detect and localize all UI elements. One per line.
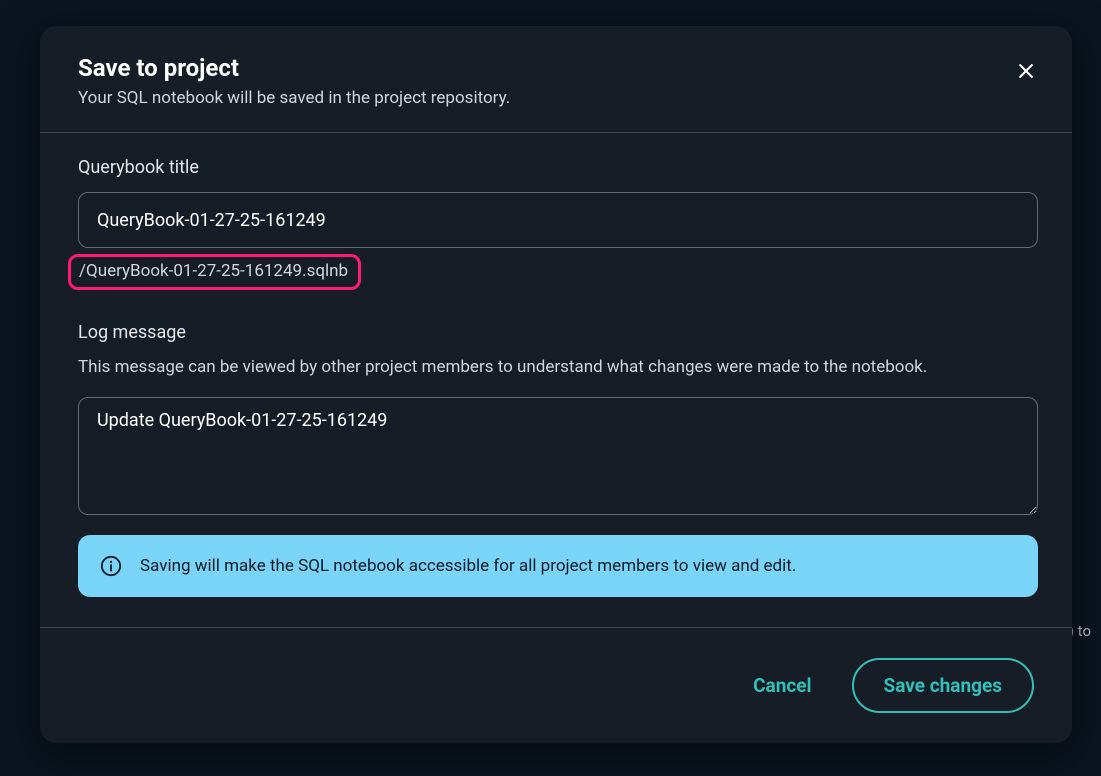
log-message-label: Log message <box>78 322 1034 343</box>
info-icon <box>100 555 122 577</box>
info-banner: Saving will make the SQL notebook access… <box>78 535 1038 597</box>
file-path-highlight: /QueryBook-01-27-25-161249.sqlnb <box>68 254 361 290</box>
file-path-text: /QueryBook-01-27-25-161249.sqlnb <box>79 261 348 281</box>
log-message-input[interactable] <box>78 397 1038 515</box>
log-message-description: This message can be viewed by other proj… <box>78 357 1034 377</box>
modal-footer: Cancel Save changes <box>40 628 1072 743</box>
info-text: Saving will make the SQL notebook access… <box>140 556 796 576</box>
close-button[interactable] <box>1010 56 1042 88</box>
cancel-button[interactable]: Cancel <box>741 664 823 707</box>
querybook-title-input[interactable] <box>78 192 1038 248</box>
modal-body: Querybook title /QueryBook-01-27-25-1612… <box>40 133 1072 627</box>
log-message-section: Log message This message can be viewed b… <box>78 322 1034 519</box>
modal-title: Save to project <box>78 54 1034 82</box>
close-icon <box>1016 61 1036 84</box>
save-to-project-modal: Save to project Your SQL notebook will b… <box>40 26 1072 743</box>
save-changes-button[interactable]: Save changes <box>852 658 1034 713</box>
background-text-fragment: ) to <box>1069 622 1091 640</box>
modal-subtitle: Your SQL notebook will be saved in the p… <box>78 88 1034 108</box>
modal-header: Save to project Your SQL notebook will b… <box>40 26 1072 132</box>
querybook-title-label: Querybook title <box>78 157 1034 178</box>
